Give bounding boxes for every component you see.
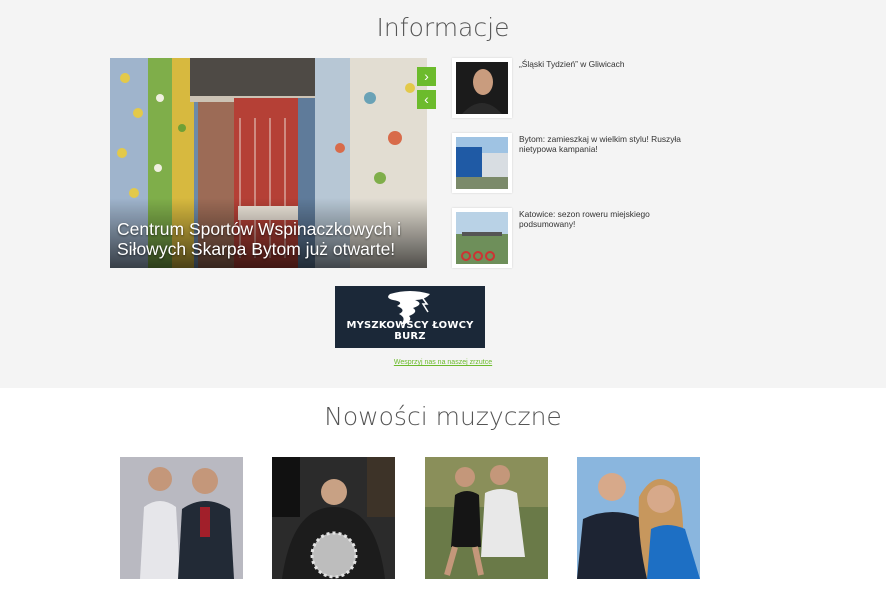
music-item[interactable]: [120, 457, 243, 579]
music-cover: [120, 457, 243, 579]
next-arrow-icon[interactable]: ›: [417, 67, 436, 86]
prev-arrow-icon[interactable]: ‹: [417, 90, 436, 109]
news-section-title: Informacje: [376, 13, 510, 42]
news-item[interactable]: „Śląski Tydzień” w Gliwicach: [452, 58, 702, 120]
music-cover: [577, 457, 700, 579]
news-title[interactable]: Katowice: sezon roweru miejskiego podsum…: [519, 209, 704, 229]
hero-slide[interactable]: Centrum Sportów Wspinaczkowych i Siłowyc…: [110, 58, 427, 268]
news-item[interactable]: Bytom: zamieszkaj w wielkim stylu! Ruszy…: [452, 133, 702, 195]
music-item[interactable]: [272, 457, 395, 579]
news-title[interactable]: Bytom: zamieszkaj w wielkim stylu! Ruszy…: [519, 134, 704, 154]
support-link[interactable]: Wesprzyj nas na naszej zrzutce: [0, 359, 886, 366]
storm-hunters-banner[interactable]: MYSZKOWSCY ŁOWCY BURZ: [335, 286, 485, 348]
hero-caption: Centrum Sportów Wspinaczkowych i Siłowyc…: [117, 219, 401, 259]
news-title[interactable]: „Śląski Tydzień” w Gliwicach: [519, 59, 704, 70]
music-cover: [425, 457, 548, 579]
music-cover: [272, 457, 395, 579]
news-item[interactable]: Katowice: sezon roweru miejskiego podsum…: [452, 208, 702, 270]
music-section-title: Nowości muzyczne: [324, 402, 562, 431]
music-item[interactable]: [577, 457, 700, 579]
news-thumbnail: [452, 208, 512, 268]
banner-text: MYSZKOWSCY ŁOWCY BURZ: [346, 320, 474, 342]
music-item[interactable]: [425, 457, 548, 579]
news-thumbnail: [452, 133, 512, 193]
news-thumbnail: [452, 58, 512, 118]
